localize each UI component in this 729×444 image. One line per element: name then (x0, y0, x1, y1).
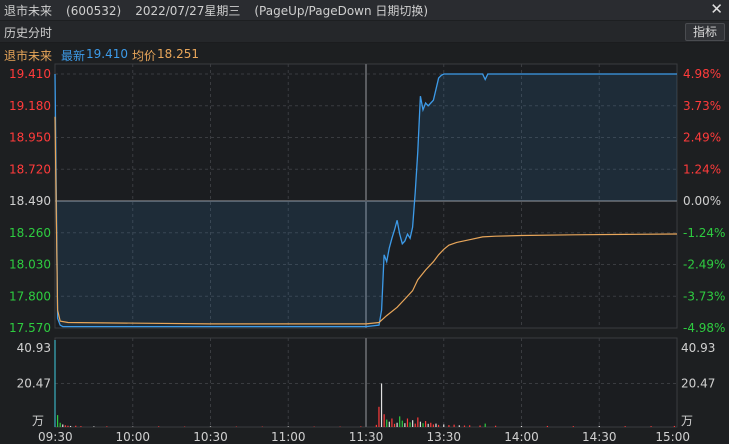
time-tick-label: 11:30 (349, 430, 384, 444)
timeshare-chart[interactable]: 19.410 4.98% 19.180 3.73% 18.950 2.49% 18.720 1… (0, 0, 729, 444)
percent-tick-label: -3.73% (683, 289, 725, 303)
price-tick-label: 18.260 (9, 226, 51, 240)
price-tick-label: 18.950 (9, 131, 51, 145)
percent-tick-label: 0.00% (683, 194, 721, 208)
time-tick-label: 14:00 (504, 430, 539, 444)
percent-tick-label: -4.98% (683, 321, 725, 335)
price-tick-label: 17.800 (9, 289, 51, 303)
time-tick-label: 11:00 (271, 430, 306, 444)
volume-tick-label: 40.93 (681, 341, 715, 355)
time-tick-label: 14:30 (582, 430, 617, 444)
time-tick-label: 13:30 (426, 430, 461, 444)
volume-tick-label: 20.47 (681, 377, 715, 391)
volume-unit-label: 万 (32, 414, 44, 428)
price-tick-label: 17.570 (9, 321, 51, 335)
price-tick-label: 18.030 (9, 258, 51, 272)
price-tick-label: 18.720 (9, 162, 51, 176)
price-tick-label: 19.410 (9, 67, 51, 81)
percent-tick-label: -1.24% (683, 226, 725, 240)
volume-unit-label: 万 (681, 414, 693, 428)
price-tick-label: 19.180 (9, 99, 51, 113)
volume-tick-label: 40.93 (17, 341, 51, 355)
time-tick-label: 15:00 (655, 430, 690, 444)
percent-tick-label: 4.98% (683, 67, 721, 81)
time-tick-label: 10:30 (193, 430, 228, 444)
time-tick-label: 09:30 (38, 430, 73, 444)
percent-tick-label: 1.24% (683, 162, 721, 176)
time-tick-label: 10:00 (115, 430, 150, 444)
percent-tick-label: 2.49% (683, 131, 721, 145)
percent-tick-label: 3.73% (683, 99, 721, 113)
volume-tick-label: 20.47 (17, 377, 51, 391)
price-tick-label: 18.490 (9, 194, 51, 208)
percent-tick-label: -2.49% (683, 258, 725, 272)
